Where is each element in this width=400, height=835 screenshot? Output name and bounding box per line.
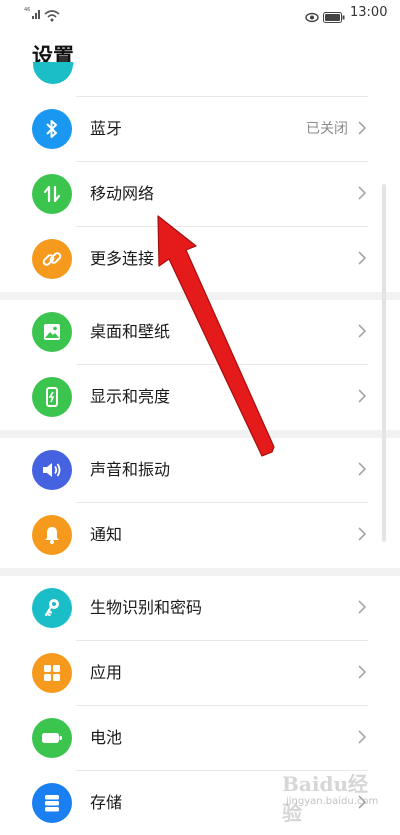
battery-status-icon	[323, 8, 345, 27]
apps-icon	[32, 653, 72, 693]
settings-item-bluetooth[interactable]: 蓝牙 已关闭	[0, 97, 400, 161]
item-label: 电池	[90, 728, 123, 747]
item-label: 更多连接	[90, 249, 155, 268]
watermark-url: jingyan.baidu.com	[286, 796, 379, 807]
chevron-right-icon	[358, 600, 366, 614]
item-label: 通知	[90, 525, 123, 544]
item-label: 存储	[90, 793, 123, 812]
item-label: 生物识别和密码	[90, 598, 203, 617]
chevron-right-icon	[358, 121, 366, 135]
settings-item-battery[interactable]: 电池	[0, 706, 400, 770]
settings-item-sound-vibration[interactable]: 声音和振动	[0, 438, 400, 502]
display-brightness-icon	[32, 377, 72, 417]
status-bar: 46 13:00	[0, 0, 400, 26]
chevron-right-icon	[358, 389, 366, 403]
item-label: 声音和振动	[90, 460, 171, 479]
chevron-right-icon	[358, 324, 366, 338]
item-label: 应用	[90, 663, 123, 682]
partial-icon	[33, 62, 73, 86]
item-label: 移动网络	[90, 184, 155, 203]
settings-item-biometrics-password[interactable]: 生物识别和密码	[0, 576, 400, 640]
wifi-icon	[44, 7, 60, 26]
bell-icon	[32, 515, 72, 555]
group-separator	[0, 430, 400, 438]
settings-item-desktop-wallpaper[interactable]: 桌面和壁纸	[0, 300, 400, 364]
storage-icon	[32, 783, 72, 823]
group-separator	[0, 292, 400, 300]
settings-item-more-connections[interactable]: 更多连接	[0, 227, 400, 291]
settings-item-notifications[interactable]: 通知	[0, 503, 400, 567]
chevron-right-icon	[358, 251, 366, 265]
eye-comfort-icon	[305, 8, 319, 27]
settings-item-display-brightness[interactable]: 显示和亮度	[0, 365, 400, 429]
sound-icon	[32, 450, 72, 490]
item-value: 已关闭	[306, 121, 348, 137]
scrollbar[interactable]	[382, 184, 386, 542]
group-separator	[0, 568, 400, 576]
status-time: 13:00	[350, 5, 388, 20]
image-icon	[32, 312, 72, 352]
battery-icon	[32, 718, 72, 758]
settings-item-mobile-network[interactable]: 移动网络	[0, 162, 400, 226]
settings-item-apps[interactable]: 应用	[0, 641, 400, 705]
chevron-right-icon	[358, 186, 366, 200]
chevron-right-icon	[358, 527, 366, 541]
key-icon	[32, 588, 72, 628]
bluetooth-icon	[32, 109, 72, 149]
mobile-data-icon	[32, 174, 72, 214]
chevron-right-icon	[358, 462, 366, 476]
chevron-right-icon	[358, 730, 366, 744]
signal-icon: 46	[24, 5, 42, 24]
svg-text:46: 46	[24, 7, 30, 13]
item-label: 显示和亮度	[90, 387, 171, 406]
link-icon	[32, 239, 72, 279]
watermark: Baidu经验 jingyan.baidu.com	[282, 768, 386, 825]
item-label: 蓝牙	[90, 119, 123, 138]
chevron-right-icon	[358, 665, 366, 679]
item-label: 桌面和壁纸	[90, 322, 171, 341]
